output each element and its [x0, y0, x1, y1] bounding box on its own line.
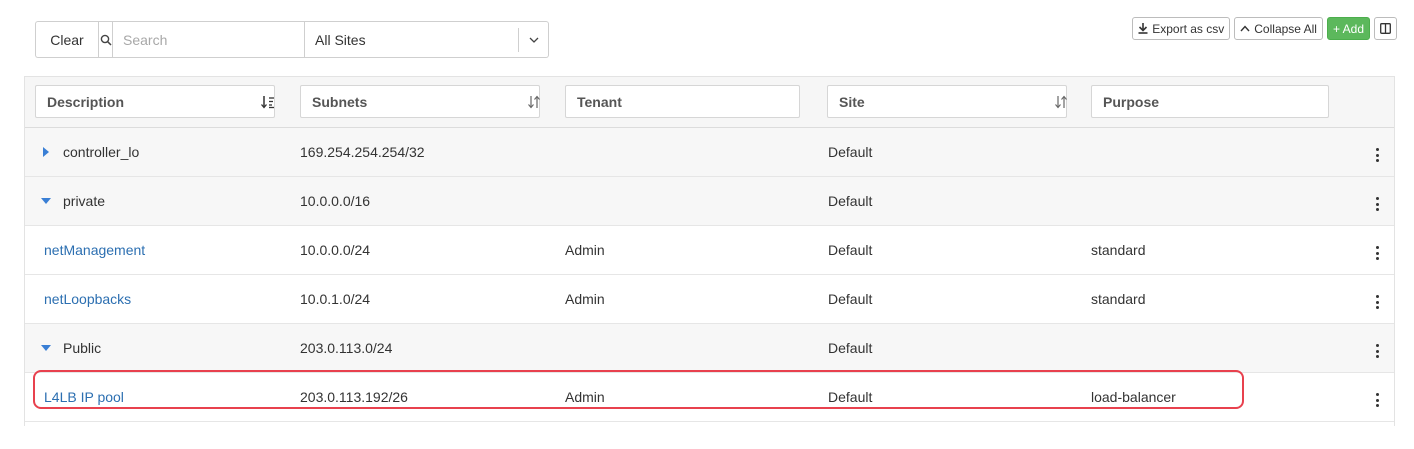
grid-header: Description Subnets Tenant Site Purpose [25, 77, 1394, 128]
add-button[interactable]: + Add [1326, 17, 1370, 40]
search-input[interactable] [113, 22, 304, 57]
row-tenant: Admin [565, 389, 605, 405]
row-purpose: load-balancer [1091, 389, 1176, 405]
row-description-link[interactable]: netManagement [44, 226, 145, 274]
description-cell: private [41, 177, 105, 225]
row-purpose: standard [1091, 291, 1146, 307]
row-site: Default [828, 144, 873, 160]
more-options-icon[interactable] [1375, 246, 1379, 260]
table-row[interactable]: L4LB IP pool 203.0.113.192/26 Admin Defa… [25, 373, 1394, 422]
row-subnet: 203.0.113.0/24 [300, 340, 393, 356]
description-cell: controller_lo [41, 128, 139, 176]
more-options-icon[interactable] [1375, 197, 1379, 211]
header-site[interactable]: Site [827, 85, 1067, 118]
export-csv-button[interactable]: Export as csv [1132, 17, 1231, 40]
header-purpose[interactable]: Purpose [1091, 85, 1329, 118]
description-cell: Public [41, 324, 101, 372]
row-tenant: Admin [565, 242, 605, 258]
more-options-icon[interactable] [1375, 148, 1379, 162]
row-description-link[interactable]: netLoopbacks [44, 275, 131, 323]
sort-alpha-asc-icon[interactable] [261, 95, 275, 109]
row-site: Default [828, 389, 873, 405]
caret-down-icon[interactable] [41, 196, 51, 206]
chevron-down-icon [518, 27, 548, 52]
site-filter-value: All Sites [315, 31, 366, 48]
row-description: Public [63, 340, 102, 356]
row-site: Default [828, 340, 873, 356]
clear-button[interactable]: Clear [35, 21, 98, 58]
more-options-icon[interactable] [1375, 393, 1379, 407]
grid-actions: Export as csv Collapse All + Add [1132, 17, 1397, 40]
search-icon[interactable] [99, 22, 113, 57]
row-subnet: 10.0.0.0/24 [300, 242, 371, 258]
columns-icon [1380, 23, 1391, 34]
sort-icon[interactable] [527, 95, 541, 109]
row-subnet: 203.0.113.192/26 [300, 389, 408, 405]
table-row[interactable]: controller_lo 169.254.254.254/32 Default [25, 128, 1394, 177]
row-tenant: Admin [565, 291, 605, 307]
table-row[interactable]: Public 203.0.113.0/24 Default [25, 324, 1394, 373]
row-subnet: 10.0.0.0/16 [300, 193, 371, 209]
row-subnet: 10.0.1.0/24 [300, 291, 371, 307]
row-site: Default [828, 291, 873, 307]
row-subnet: 169.254.254.254/32 [300, 144, 425, 160]
subnets-grid: Description Subnets Tenant Site Purpose … [24, 76, 1395, 426]
header-subnets[interactable]: Subnets [300, 85, 540, 118]
row-description: private [63, 193, 106, 209]
filter-toolbar: Clear All Sites [35, 21, 549, 58]
table-row[interactable]: netManagement 10.0.0.0/24 Admin Default … [25, 226, 1394, 275]
site-filter-select[interactable]: All Sites [305, 21, 549, 58]
more-options-icon[interactable] [1375, 295, 1379, 309]
columns-toggle-button[interactable] [1374, 17, 1397, 40]
row-purpose: standard [1091, 242, 1146, 258]
export-csv-label: Export as csv [1152, 21, 1225, 36]
caret-right-icon[interactable] [41, 147, 51, 157]
row-site: Default [828, 242, 873, 258]
collapse-all-button[interactable]: Collapse All [1234, 17, 1323, 40]
row-description-link[interactable]: L4LB IP pool [44, 373, 124, 421]
row-site: Default [828, 193, 873, 209]
collapse-all-label: Collapse All [1254, 21, 1317, 36]
search-box [98, 21, 305, 58]
table-row[interactable]: netLoopbacks 10.0.1.0/24 Admin Default s… [25, 275, 1394, 324]
chevron-up-icon [1240, 25, 1250, 32]
download-icon [1138, 23, 1148, 34]
header-tenant[interactable]: Tenant [565, 85, 800, 118]
sort-icon[interactable] [1054, 95, 1068, 109]
row-description: controller_lo [63, 144, 140, 160]
header-description[interactable]: Description [35, 85, 275, 118]
caret-down-icon[interactable] [41, 343, 51, 353]
table-row[interactable]: private 10.0.0.0/16 Default [25, 177, 1394, 226]
more-options-icon[interactable] [1375, 344, 1379, 358]
